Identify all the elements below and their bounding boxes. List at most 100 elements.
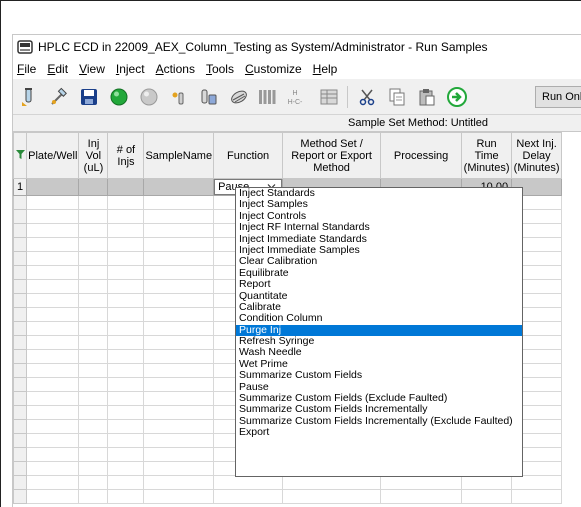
grid-cell[interactable] — [26, 195, 80, 210]
function-option[interactable]: Equilibrate — [236, 267, 522, 279]
columns-icon[interactable] — [255, 85, 279, 109]
col-header-plate-well[interactable]: Plate/Well — [26, 132, 80, 179]
col-header-processing[interactable]: Processing — [380, 132, 463, 179]
grid-cell[interactable] — [78, 209, 109, 224]
grid-cell[interactable] — [107, 489, 145, 504]
grid-cell[interactable] — [143, 335, 215, 350]
grid-cell[interactable] — [107, 433, 145, 448]
grid-cell[interactable] — [26, 293, 80, 308]
paste-icon[interactable] — [415, 85, 439, 109]
grid-cell[interactable] — [78, 461, 109, 476]
grid-cell[interactable] — [26, 349, 80, 364]
copy-icon[interactable] — [385, 85, 409, 109]
run-only-button[interactable]: Run Only — [535, 86, 581, 108]
grid-cell[interactable] — [143, 237, 215, 252]
grid-cell[interactable] — [107, 237, 145, 252]
menu-help[interactable]: Help — [313, 62, 338, 76]
grid-cell[interactable] — [143, 223, 215, 238]
grid-cell[interactable] — [26, 321, 80, 336]
grid-cell[interactable] — [78, 349, 109, 364]
grid-cell[interactable] — [78, 489, 109, 504]
grid-cell[interactable] — [78, 405, 109, 420]
col-header-inj-vol[interactable]: Inj Vol (uL) — [78, 132, 109, 179]
grid-cell[interactable] — [78, 237, 109, 252]
cut-icon[interactable] — [355, 85, 379, 109]
empty-table-row[interactable] — [13, 489, 563, 504]
num-injs-cell[interactable] — [107, 178, 145, 196]
sample-name-cell[interactable] — [143, 178, 215, 196]
grid-cell[interactable] — [26, 251, 80, 266]
grid-cell[interactable] — [143, 307, 215, 322]
grid-cell[interactable] — [143, 293, 215, 308]
grid-cell[interactable] — [26, 405, 80, 420]
vial-small-icon[interactable] — [167, 85, 191, 109]
grid-cell[interactable] — [143, 321, 215, 336]
grid-cell[interactable] — [107, 419, 145, 434]
col-header-method-set[interactable]: Method Set / Report or Export Method — [282, 132, 382, 179]
grid-cell[interactable] — [78, 419, 109, 434]
grid-cell[interactable] — [26, 489, 80, 504]
grid-cell[interactable] — [26, 377, 80, 392]
grid-cell[interactable] — [143, 419, 215, 434]
inj-vol-cell[interactable] — [78, 178, 109, 196]
function-option[interactable]: Report — [236, 278, 522, 290]
grid-cell[interactable] — [143, 461, 215, 476]
menu-customize[interactable]: Customize — [245, 62, 302, 76]
grid-cell[interactable] — [26, 461, 80, 476]
menu-actions[interactable]: Actions — [156, 62, 195, 76]
grid-cell[interactable] — [107, 307, 145, 322]
save-icon[interactable] — [77, 85, 101, 109]
grid-cell[interactable] — [107, 461, 145, 476]
grid-cell[interactable] — [107, 377, 145, 392]
plate-well-cell[interactable] — [26, 178, 80, 196]
grid-cell[interactable] — [78, 433, 109, 448]
grid-cell[interactable] — [78, 265, 109, 280]
grid-cell[interactable] — [107, 251, 145, 266]
grid-cell[interactable] — [282, 489, 382, 504]
grid-cell[interactable] — [143, 279, 215, 294]
grid-cell[interactable] — [143, 251, 215, 266]
function-option[interactable]: Condition Column — [236, 312, 522, 324]
grid-cell[interactable] — [26, 363, 80, 378]
grid-cell[interactable] — [107, 405, 145, 420]
grid-cell[interactable] — [143, 489, 215, 504]
stop-gray-icon[interactable] — [137, 85, 161, 109]
grid-cell[interactable] — [107, 363, 145, 378]
grid-cell[interactable] — [107, 195, 145, 210]
grid-cell[interactable] — [380, 489, 463, 504]
grid-cell[interactable] — [143, 405, 215, 420]
menu-view[interactable]: View — [79, 62, 105, 76]
start-green-icon[interactable] — [107, 85, 131, 109]
grid-cell[interactable] — [78, 447, 109, 462]
grid-cell[interactable] — [26, 237, 80, 252]
grid-cell[interactable] — [107, 447, 145, 462]
grid-cell[interactable] — [78, 279, 109, 294]
grid-cell[interactable] — [143, 447, 215, 462]
grid-cell[interactable] — [107, 391, 145, 406]
grid-cell[interactable] — [78, 195, 109, 210]
grid-cell[interactable] — [143, 265, 215, 280]
grid-cell[interactable] — [213, 489, 284, 504]
grid-cell[interactable] — [26, 335, 80, 350]
inject-icon[interactable] — [47, 85, 71, 109]
col-header-function[interactable]: Function — [213, 132, 284, 179]
grid-cell[interactable] — [282, 475, 382, 490]
menu-edit[interactable]: Edit — [47, 62, 68, 76]
grid-cell[interactable] — [143, 433, 215, 448]
grid-cell[interactable] — [107, 349, 145, 364]
col-header-num-injs[interactable]: # of Injs — [107, 132, 145, 179]
grid-cell[interactable] — [78, 223, 109, 238]
hc-structure-icon[interactable]: H H-C- — [283, 85, 307, 109]
grid-cell[interactable] — [78, 307, 109, 322]
function-option[interactable]: Export — [236, 426, 522, 438]
vial-stack-icon[interactable] — [197, 85, 221, 109]
grid-cell[interactable] — [107, 223, 145, 238]
grid-cell[interactable] — [26, 209, 80, 224]
grid-cell[interactable] — [26, 447, 80, 462]
function-option[interactable]: Inject RF Internal Standards — [236, 221, 522, 233]
function-option[interactable]: Summarize Custom Fields Incrementally (E… — [236, 415, 522, 427]
grid-cell[interactable] — [143, 363, 215, 378]
menu-tools[interactable]: Tools — [206, 62, 234, 76]
calibrate-icon[interactable] — [227, 85, 251, 109]
row-status-header[interactable] — [13, 132, 28, 179]
